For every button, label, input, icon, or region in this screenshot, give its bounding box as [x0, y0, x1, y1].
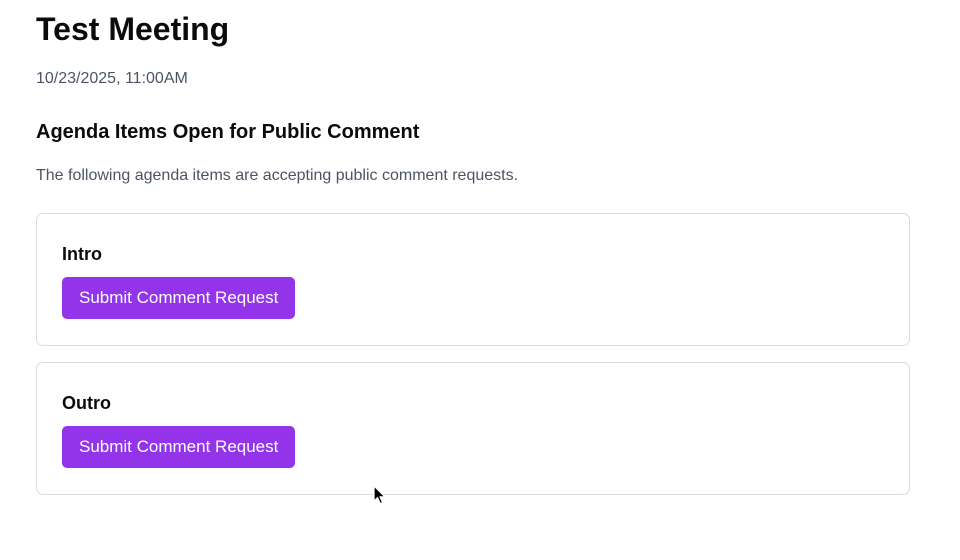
agenda-item-name: Outro — [62, 393, 111, 413]
page-title: Test Meeting — [36, 11, 230, 47]
section-description: The following agenda items are accepting… — [36, 167, 519, 184]
meeting-datetime: 10/23/2025, 11:00AM — [36, 70, 188, 87]
agenda-card-intro: Intro Submit Comment Request — [36, 213, 910, 346]
agenda-list: Intro Submit Comment Request Outro Submi… — [36, 213, 910, 495]
agenda-item-name: Intro — [62, 244, 102, 264]
section-title: Agenda Items Open for Public Comment — [36, 121, 420, 143]
submit-comment-request-button[interactable]: Submit Comment Request — [62, 277, 296, 319]
page: Test Meeting 10/23/2025, 11:00AM Agenda … — [0, 0, 960, 560]
submit-comment-request-button[interactable]: Submit Comment Request — [62, 426, 296, 468]
agenda-card-outro: Outro Submit Comment Request — [36, 362, 910, 495]
